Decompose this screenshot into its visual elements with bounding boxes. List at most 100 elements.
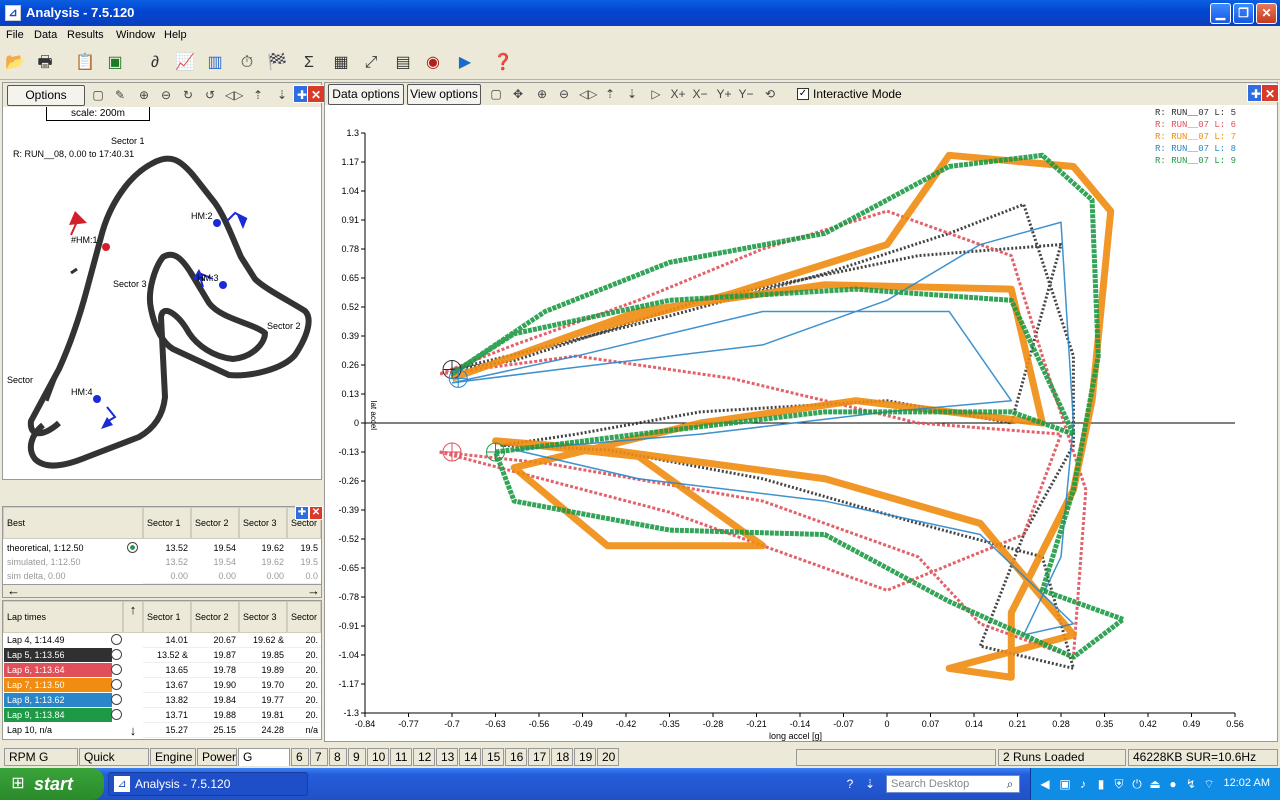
tab-g-force[interactable]: G Force	[238, 748, 290, 780]
volume-icon[interactable]: ♪	[1075, 776, 1091, 792]
minimize-button[interactable]: ▁	[1210, 3, 1231, 24]
g-force-chart[interactable]: -0.84 -0.77 -0.7 -0.63 -0.56 -0.49 -0.42 -0.35 -…	[325, 105, 1277, 741]
move-up-icon[interactable]: ⇡	[249, 86, 267, 104]
zoom-rect-icon[interactable]: ▢	[487, 85, 505, 103]
track-map-icon[interactable]: ∂	[144, 52, 166, 74]
tab-17[interactable]: 17	[528, 748, 550, 766]
export-icon[interactable]: ▣	[104, 52, 126, 74]
checkered-flag-icon[interactable]: 🏁	[266, 52, 288, 74]
x-minus-icon[interactable]: X−	[691, 85, 709, 103]
gauge-icon[interactable]: ◉	[422, 52, 444, 74]
reset-zoom-icon[interactable]: ⟲	[761, 85, 779, 103]
antivirus-icon[interactable]: ●	[1165, 776, 1181, 792]
zoom-in-icon[interactable]: ⊕	[533, 85, 551, 103]
lap-row-label[interactable]: Lap 7, 1:13.50	[4, 678, 112, 692]
battery-icon[interactable]: ▮	[1093, 776, 1109, 792]
zoom-in-icon[interactable]: ⊕	[135, 86, 153, 104]
network-icon[interactable]: ▣	[1057, 776, 1073, 792]
move-down-icon[interactable]: ⇣	[273, 86, 291, 104]
film-strip-icon[interactable]: ▤	[392, 52, 414, 74]
tab-11[interactable]: 11	[390, 748, 412, 766]
tab-rpm-g-force[interactable]: RPM G force	[4, 748, 78, 780]
taskbar-item-analysis[interactable]: ⊿ Analysis - 7.5.120	[108, 772, 308, 796]
interactive-mode-checkbox[interactable]: ✓	[797, 88, 809, 100]
tab-13[interactable]: 13	[436, 748, 458, 766]
lap-row-radio[interactable]	[111, 694, 122, 705]
tab-10[interactable]: 10	[367, 748, 389, 766]
x-plus-icon[interactable]: X+	[669, 85, 687, 103]
wifi-icon[interactable]: ⌔	[1201, 776, 1217, 792]
menu-results[interactable]: Results	[67, 29, 104, 41]
close-table-icon[interactable]: ✕	[309, 506, 323, 520]
tab-16[interactable]: 16	[505, 748, 527, 766]
scroll-left-icon[interactable]: ←	[7, 583, 20, 598]
lap-row-label[interactable]: Lap 6, 1:13.64	[4, 663, 112, 677]
move-down-icon[interactable]: ⇣	[623, 85, 641, 103]
maximize-button[interactable]: ❐	[1233, 3, 1254, 24]
clipboard-icon[interactable]: 📋	[74, 52, 96, 74]
marker-hm4[interactable]: HM:4	[71, 387, 93, 397]
open-folder-icon[interactable]: 📂	[4, 52, 26, 74]
print-icon[interactable]: 🖶	[34, 52, 56, 74]
lap-row-radio[interactable]	[111, 679, 122, 690]
line-graph-icon[interactable]: 📈	[174, 52, 196, 74]
move-up-icon[interactable]: ⇡	[601, 85, 619, 103]
math-channel-icon[interactable]: Σ	[298, 52, 320, 74]
tab-15[interactable]: 15	[482, 748, 504, 766]
track-map[interactable]	[3, 107, 321, 479]
tab-9[interactable]: 9	[348, 748, 366, 766]
tab-6[interactable]: 6	[291, 748, 309, 766]
tab-18[interactable]: 18	[551, 748, 573, 766]
y-plus-icon[interactable]: Y+	[715, 85, 733, 103]
marker-hm1[interactable]: #HM:1	[71, 235, 98, 245]
forward-icon[interactable]: ▷	[647, 85, 665, 103]
rotate-ccw-icon[interactable]: ↺	[201, 86, 219, 104]
lap-row-radio[interactable]	[111, 649, 122, 660]
lap-row-label[interactable]: Lap 9, 1:13.84	[4, 708, 112, 722]
safely-remove-icon[interactable]: ⏏	[1147, 776, 1163, 792]
tab-14[interactable]: 14	[459, 748, 481, 766]
menu-file[interactable]: File	[6, 29, 24, 41]
lap-row-label[interactable]: Lap 5, 1:13.56	[4, 648, 112, 662]
options-button[interactable]: Options	[7, 85, 85, 106]
tab-8[interactable]: 8	[329, 748, 347, 766]
best-row-radio[interactable]	[127, 542, 138, 553]
edit-icon[interactable]: ✎	[111, 86, 129, 104]
menu-data[interactable]: Data	[34, 29, 57, 41]
security-icon[interactable]: ⛨	[1111, 776, 1127, 792]
zoom-rect-icon[interactable]: ▢	[89, 86, 107, 104]
tab-19[interactable]: 19	[574, 748, 596, 766]
lap-row-radio[interactable]	[111, 709, 122, 720]
lap-row-radio[interactable]	[111, 634, 122, 645]
marker-hm3[interactable]: HM:3	[197, 273, 219, 283]
zoom-out-icon[interactable]: ⊖	[157, 86, 175, 104]
scroll-right-icon[interactable]: →	[307, 583, 320, 598]
help-icon[interactable]: ❓	[492, 52, 514, 74]
flip-horizontal-icon[interactable]: ◁▷	[225, 86, 243, 104]
data-options-button[interactable]: Data options	[328, 84, 404, 105]
tab-7[interactable]: 7	[310, 748, 328, 766]
tab-12[interactable]: 12	[413, 748, 435, 766]
menu-window[interactable]: Window	[116, 29, 155, 41]
play-icon[interactable]: ▶	[454, 52, 476, 74]
sort-up-icon[interactable]: ↑	[123, 601, 143, 633]
maximize-table-icon[interactable]: ✚	[295, 506, 309, 520]
title-bar[interactable]: ⊿ Analysis - 7.5.120 ▁ ❐ ✕	[0, 0, 1280, 26]
menu-help[interactable]: Help	[164, 29, 187, 41]
search-icon[interactable]: ⌕	[1002, 776, 1018, 792]
sort-down-icon[interactable]: ↓	[123, 723, 143, 738]
y-minus-icon[interactable]: Y−	[737, 85, 755, 103]
power-icon[interactable]: ⏻	[1129, 776, 1145, 792]
tab-power[interactable]: Power	[197, 748, 237, 766]
flip-horizontal-icon[interactable]: ◁▷	[579, 85, 597, 103]
bar-graph-icon[interactable]: ▥	[204, 52, 226, 74]
zoom-out-icon[interactable]: ⊖	[555, 85, 573, 103]
lap-row-label[interactable]: Lap 8, 1:13.62	[4, 693, 112, 707]
histogram-icon[interactable]: ▦	[330, 52, 352, 74]
close-button[interactable]: ✕	[1256, 3, 1277, 24]
close-pane-icon[interactable]: ✕	[307, 85, 325, 103]
xy-plot-icon[interactable]: ⤢	[360, 52, 382, 74]
marker-hm2[interactable]: HM:2	[191, 211, 213, 221]
tab-engine[interactable]: Engine	[150, 748, 196, 766]
tab-quick-graph[interactable]: Quick Graph	[79, 748, 149, 780]
